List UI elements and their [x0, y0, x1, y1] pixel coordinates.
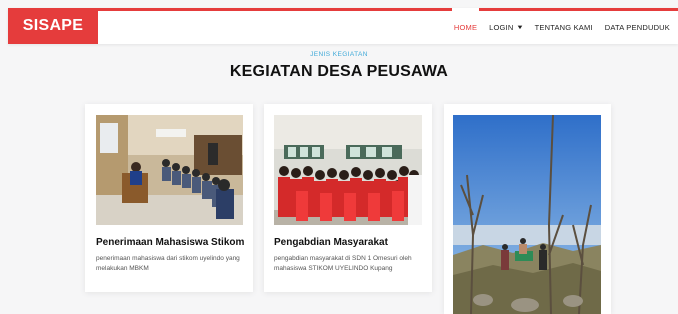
section-title: KEGIATAN DESA PEUSAWA: [229, 63, 449, 80]
nav-login-label: LOGIN: [489, 23, 514, 32]
brand-logo[interactable]: SISAPE: [8, 8, 98, 44]
nav-data-penduduk[interactable]: DATA PENDUDUK: [599, 11, 676, 44]
top-navbar: SISAPE HOME LOGIN ▼ TENTANG KAMI DATA PE…: [8, 8, 678, 44]
card-title[interactable]: Pengabdian Masyarakat: [274, 237, 388, 248]
nav-tentang-kami[interactable]: TENTANG KAMI: [529, 11, 599, 44]
group-students-red-shirts-photo: [274, 115, 422, 225]
mountain-summit-group-photo: [453, 115, 601, 314]
activity-card[interactable]: Penerimaan Mahasiswa Stikom penerimaan m…: [85, 104, 253, 292]
activity-card[interactable]: Pengabdian Masyarakat pengabdian masyara…: [264, 104, 432, 292]
nav-home[interactable]: HOME: [448, 8, 483, 44]
nav-tentang-kami-label: TENTANG KAMI: [534, 23, 593, 32]
nav-data-penduduk-label: DATA PENDUDUK: [604, 23, 670, 32]
main-nav: HOME LOGIN ▼ TENTANG KAMI DATA PENDUDUK: [448, 8, 676, 44]
nav-login[interactable]: LOGIN ▼: [483, 11, 528, 44]
card-description: penerimaan mahasiswa dari stikom uyelind…: [96, 255, 240, 272]
section-subtitle: JENIS KEGIATAN: [310, 51, 368, 58]
nav-home-label: HOME: [453, 23, 478, 32]
activity-card[interactable]: [444, 104, 611, 314]
card-title[interactable]: Penerimaan Mahasiswa Stikom: [96, 237, 244, 248]
card-description: pengabdian masyarakat di SDN 1 Omesuri o…: [274, 255, 412, 272]
chevron-down-icon: ▼: [515, 24, 524, 31]
classroom-meeting-photo: [96, 115, 243, 225]
